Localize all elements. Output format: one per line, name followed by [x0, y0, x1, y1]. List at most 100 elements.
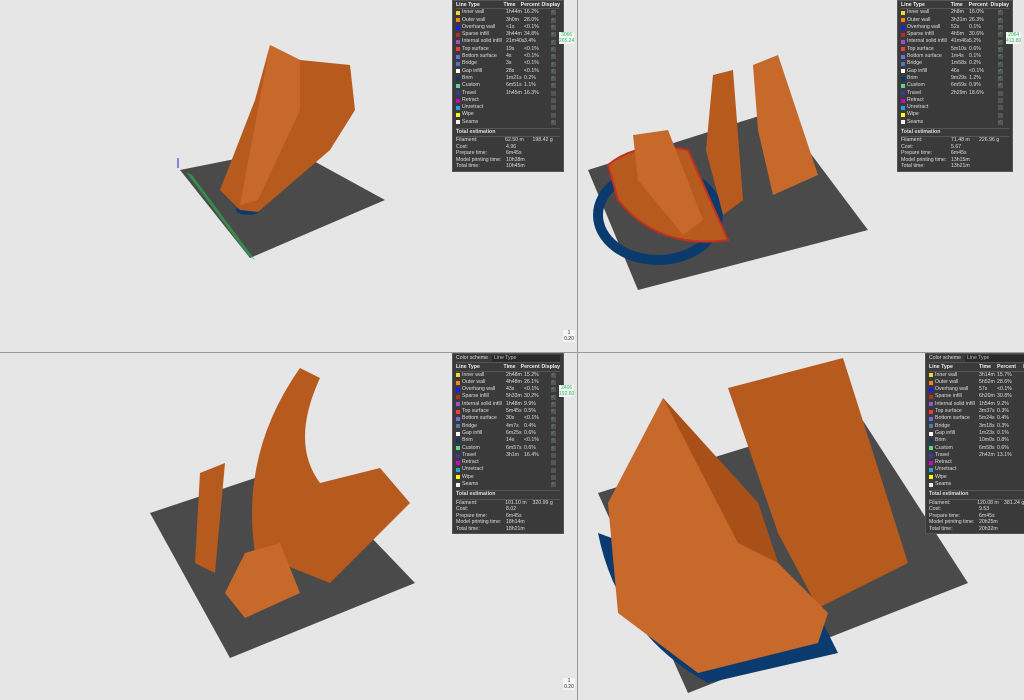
display-checkbox[interactable] [550, 105, 556, 111]
legend-row-bottom-surface[interactable]: Bottom surface 4s <0.1% ✓ [456, 53, 560, 60]
display-checkbox[interactable]: ✓ [550, 380, 556, 386]
legend-row-top-surface[interactable]: Top surface 3m37s 0.3% [929, 408, 1024, 415]
display-checkbox[interactable]: ✓ [997, 61, 1003, 67]
legend-row-gap-infill[interactable]: Gap infill 28s <0.1% ✓ [456, 68, 560, 75]
viewport-2[interactable]: Line Type Time Percent Display Inner wall 2h8… [578, 0, 1024, 352]
display-checkbox[interactable]: ✓ [550, 39, 556, 45]
display-checkbox[interactable]: ✓ [550, 445, 556, 451]
display-checkbox[interactable]: ✓ [550, 76, 556, 82]
legend-row-unretract[interactable]: Unretract [456, 104, 560, 111]
legend-row-seams[interactable]: Seams ✓ [901, 119, 1009, 126]
legend-row-seams[interactable]: Seams [929, 481, 1024, 488]
legend-row-unretract[interactable]: Unretract [456, 466, 560, 473]
legend-row-custom[interactable]: Custom 6m59s 0.9% ✓ [901, 82, 1009, 89]
display-checkbox[interactable] [550, 474, 556, 480]
layer-slider-bottom[interactable]: 1 0.20 [563, 330, 575, 342]
legend-row-gap-infill[interactable]: Gap infill 1m23s 0.1% [929, 430, 1024, 437]
legend-row-inner-wall[interactable]: Inner wall 2h48m 15.2% ✓ [456, 372, 560, 379]
legend-row-unretract[interactable]: Unretract [901, 104, 1009, 111]
legend-row-internal-solid-infill[interactable]: Internal solid infill 1h54m 9.2% [929, 401, 1024, 408]
legend-row-outer-wall[interactable]: Outer wall 5h52m 28.6% [929, 379, 1024, 386]
display-checkbox[interactable]: ✓ [550, 83, 556, 89]
layer-readout[interactable]: 2064 413.80 [1006, 32, 1022, 44]
legend-row-internal-solid-infill[interactable]: Internal solid infill 41m46s 5.2% ✓ [901, 38, 1009, 45]
display-checkbox[interactable]: ✓ [997, 10, 1003, 16]
legend-row-bridge[interactable]: Bridge 4m7s 0.4% ✓ [456, 423, 560, 430]
display-checkbox[interactable]: ✓ [550, 10, 556, 16]
display-checkbox[interactable]: ✓ [550, 438, 556, 444]
legend-row-unretract[interactable]: Unretract [929, 466, 1024, 473]
display-checkbox[interactable]: ✓ [550, 387, 556, 393]
display-checkbox[interactable] [997, 105, 1003, 111]
display-checkbox[interactable]: ✓ [997, 83, 1003, 89]
color-scheme-dropdown[interactable]: Line Type [492, 355, 560, 363]
legend-row-retract[interactable]: Retract [456, 459, 560, 466]
display-checkbox[interactable]: ✓ [997, 68, 1003, 74]
display-checkbox[interactable] [550, 453, 556, 458]
legend-row-brim[interactable]: Brim 14s <0.1% ✓ [456, 437, 560, 444]
legend-row-wipe[interactable]: Wipe [901, 111, 1009, 118]
legend-row-retract[interactable]: Retract [901, 97, 1009, 104]
legend-row-seams[interactable]: Seams ✓ [456, 481, 560, 488]
display-checkbox[interactable]: ✓ [550, 61, 556, 67]
legend-row-brim[interactable]: Brim 9m29s 1.2% ✓ [901, 75, 1009, 82]
legend-row-sparse-infill[interactable]: Sparse infill 6h20m 30.8% [929, 393, 1024, 400]
display-checkbox[interactable]: ✓ [997, 32, 1003, 38]
legend-row-internal-solid-infill[interactable]: Internal solid infill 21m40s 3.4% ✓ [456, 38, 560, 45]
display-checkbox[interactable]: ✓ [550, 17, 556, 23]
display-checkbox[interactable]: ✓ [997, 46, 1003, 52]
viewport-4[interactable]: Color scheme Line Type Line Type Time Percen… [578, 353, 1024, 700]
legend-row-bridge[interactable]: Bridge 1m58s 0.2% ✓ [901, 60, 1009, 67]
display-checkbox[interactable]: ✓ [550, 119, 556, 125]
legend-row-brim[interactable]: Brim 1m21s 0.2% ✓ [456, 75, 560, 82]
legend-row-outer-wall[interactable]: Outer wall 4h48m 26.1% ✓ [456, 379, 560, 386]
display-checkbox[interactable] [550, 467, 556, 473]
display-checkbox[interactable]: ✓ [997, 25, 1003, 31]
display-checkbox[interactable]: ✓ [550, 372, 556, 378]
legend-row-bottom-surface[interactable]: Bottom surface 5m24s 0.4% [929, 415, 1024, 422]
legend-row-inner-wall[interactable]: Inner wall 1h44m 16.2% ✓ [456, 9, 560, 16]
viewport-3[interactable]: Color scheme Line Type Line Type Time Percen… [0, 353, 577, 700]
display-checkbox[interactable] [550, 90, 556, 96]
color-scheme-selector[interactable]: Color scheme Line Type [456, 355, 560, 364]
legend-row-custom[interactable]: Custom 6m58s 0.6% [929, 445, 1024, 452]
legend-row-bottom-surface[interactable]: Bottom surface 30s <0.1% ✓ [456, 415, 560, 422]
legend-row-travel[interactable]: Travel 1h45m 16.3% [456, 90, 560, 97]
display-checkbox[interactable]: ✓ [550, 54, 556, 60]
legend-row-seams[interactable]: Seams ✓ [456, 119, 560, 126]
display-checkbox[interactable] [550, 112, 556, 118]
display-checkbox[interactable]: ✓ [550, 25, 556, 31]
legend-row-bridge[interactable]: Bridge 3s <0.1% ✓ [456, 60, 560, 67]
legend-row-wipe[interactable]: Wipe [456, 111, 560, 118]
legend-row-bridge[interactable]: Bridge 3m18s 0.3% [929, 423, 1024, 430]
display-checkbox[interactable]: ✓ [550, 68, 556, 74]
display-checkbox[interactable]: ✓ [550, 423, 556, 429]
legend-row-overhang-wall[interactable]: Overhang wall 43s <0.1% ✓ [456, 386, 560, 393]
display-checkbox[interactable]: ✓ [997, 17, 1003, 23]
display-checkbox[interactable]: ✓ [550, 394, 556, 400]
viewport-1[interactable]: Line Type Time Percent Display Inner wall 1h4… [0, 0, 577, 352]
display-checkbox[interactable]: ✓ [550, 431, 556, 437]
display-checkbox[interactable]: ✓ [550, 401, 556, 407]
legend-row-brim[interactable]: Brim 10m0s 0.8% [929, 437, 1024, 444]
legend-row-outer-wall[interactable]: Outer wall 3h31m 26.3% ✓ [901, 17, 1009, 24]
legend-row-retract[interactable]: Retract [929, 459, 1024, 466]
legend-row-custom[interactable]: Custom 6m57s 0.6% ✓ [456, 445, 560, 452]
display-checkbox[interactable] [550, 98, 556, 103]
layer-slider-bottom[interactable]: 1 0.20 [563, 678, 575, 690]
legend-row-top-surface[interactable]: Top surface 5m10s 0.6% ✓ [901, 46, 1009, 53]
legend-row-bottom-surface[interactable]: Bottom surface 1m4s 0.1% ✓ [901, 53, 1009, 60]
legend-row-travel[interactable]: Travel 2h29m 18.6% [901, 90, 1009, 97]
legend-row-top-surface[interactable]: Top surface 19s <0.1% ✓ [456, 46, 560, 53]
display-checkbox[interactable]: ✓ [550, 416, 556, 422]
display-checkbox[interactable]: ✓ [550, 482, 556, 488]
display-checkbox[interactable] [550, 460, 556, 466]
display-checkbox[interactable]: ✓ [550, 409, 556, 415]
legend-row-sparse-infill[interactable]: Sparse infill 5h33m 30.2% ✓ [456, 393, 560, 400]
display-checkbox[interactable] [997, 98, 1003, 103]
legend-row-gap-infill[interactable]: Gap infill 6m25s 0.6% ✓ [456, 430, 560, 437]
legend-row-top-surface[interactable]: Top surface 5m45s 0.5% ✓ [456, 408, 560, 415]
display-checkbox[interactable] [997, 90, 1003, 96]
legend-row-wipe[interactable]: Wipe [929, 474, 1024, 481]
legend-row-retract[interactable]: Retract [456, 97, 560, 104]
